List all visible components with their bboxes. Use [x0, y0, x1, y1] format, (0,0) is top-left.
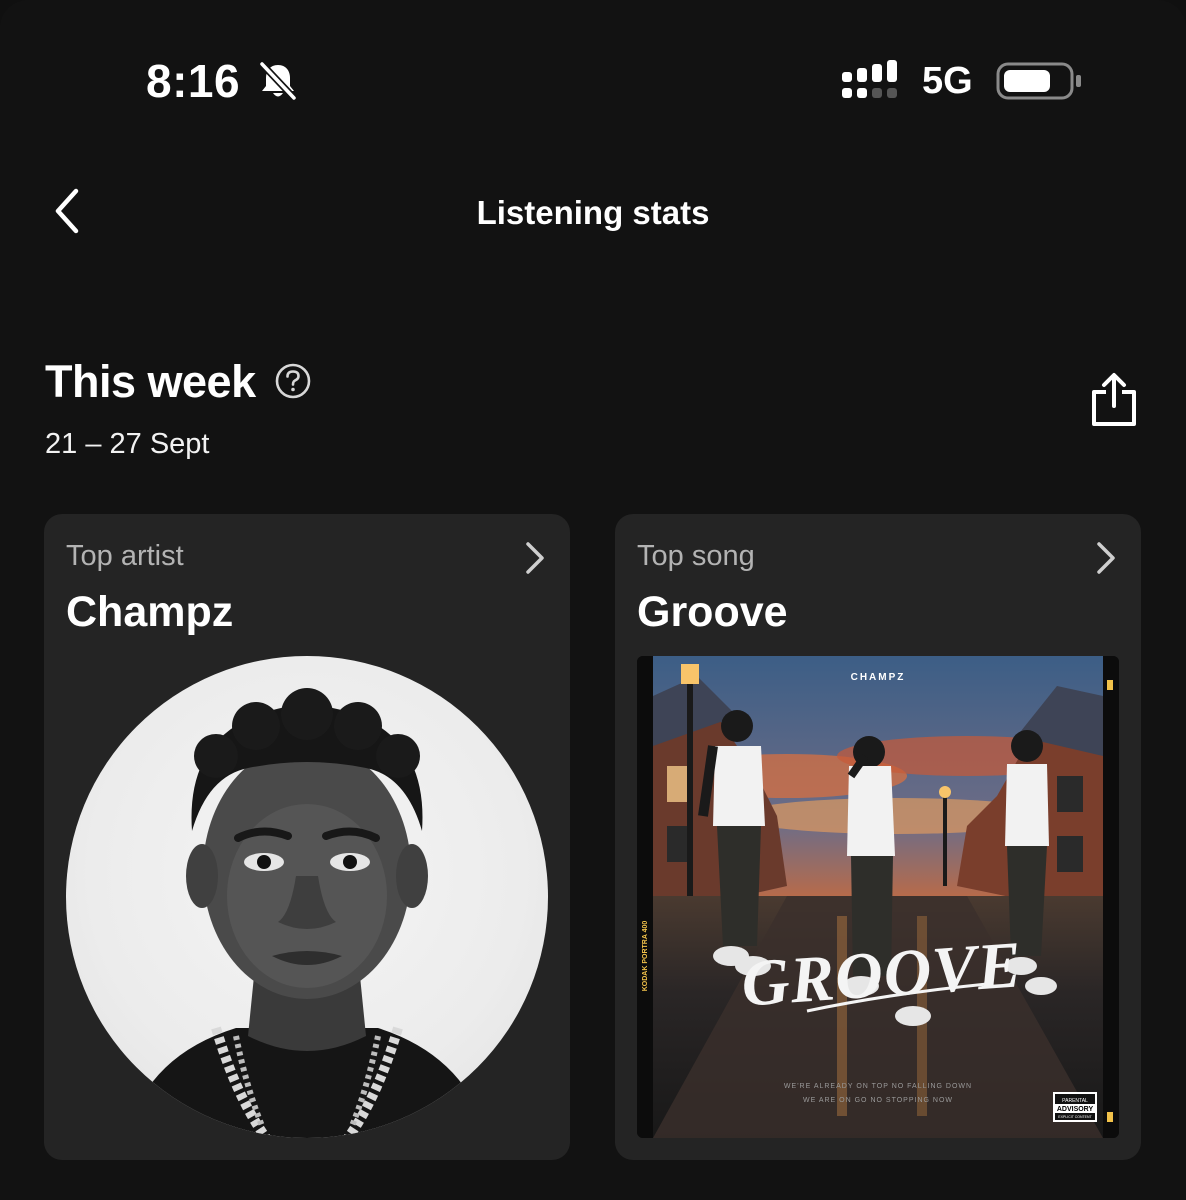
artist-portrait: [126, 688, 488, 1138]
album-subtitle-2: WE ARE ON GO NO STOPPING NOW: [803, 1097, 953, 1104]
section-title: This week: [45, 356, 256, 407]
top-artist-label: Top artist: [66, 540, 184, 572]
artist-photo: [66, 656, 548, 1138]
album-subtitle-1: WE'RE ALREADY ON TOP NO FALLING DOWN: [784, 1083, 972, 1090]
share-icon[interactable]: [1086, 370, 1142, 430]
question-circle-icon[interactable]: [274, 362, 312, 400]
album-artist-text: CHAMPZ: [851, 672, 906, 683]
battery-icon: [996, 62, 1081, 100]
chevron-right-icon: [526, 542, 544, 574]
chevron-right-icon: [1097, 542, 1115, 574]
top-song-title: Groove: [637, 588, 788, 636]
network-label: 5G: [922, 60, 973, 102]
page-title: Listening stats: [476, 194, 710, 231]
top-song-label: Top song: [637, 540, 755, 572]
app-screen: 8:16 5G Listening stats This week 21 – 2…: [0, 0, 1186, 1200]
top-song-card[interactable]: Top song Groove CHAMPZ GROOVE WE'RE ALRE…: [615, 514, 1141, 1160]
date-range: 21 – 27 Sept: [45, 428, 210, 460]
bell-off-icon: [259, 61, 297, 101]
advisory-line-3: EXPLICIT CONTENT: [1058, 1115, 1092, 1119]
film-edge-text: KODAK PORTRA 400: [642, 921, 649, 992]
top-artist-name: Champz: [66, 588, 234, 636]
advisory-line-1: PARENTAL: [1062, 1098, 1088, 1104]
album-artwork: CHAMPZ GROOVE WE'RE ALREADY ON TOP NO FA…: [637, 656, 1119, 1138]
album-cover: CHAMPZ GROOVE WE'RE ALREADY ON TOP NO FA…: [637, 656, 1119, 1138]
status-time: 8:16: [146, 55, 241, 107]
advisory-line-2: ADVISORY: [1057, 1106, 1094, 1113]
top-artist-card[interactable]: Top artist Champz: [44, 514, 570, 1160]
signal-icon: [842, 60, 897, 98]
